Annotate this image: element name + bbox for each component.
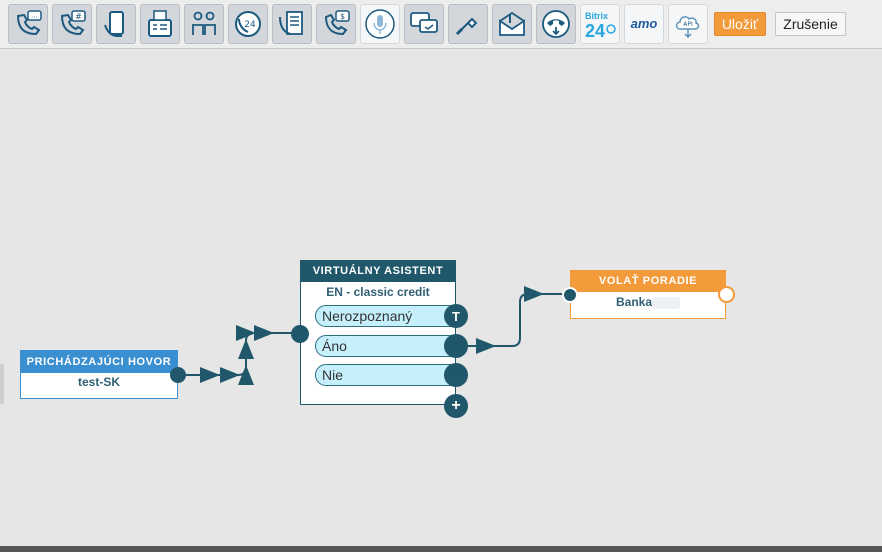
phone-message-icon[interactable]: ... bbox=[8, 4, 48, 44]
node-subtitle: Banka bbox=[615, 295, 653, 309]
chat-bubbles-icon[interactable] bbox=[404, 4, 444, 44]
svg-text:24: 24 bbox=[244, 20, 256, 30]
node-subtitle: test-SK bbox=[77, 375, 120, 389]
svg-text:amo: amo bbox=[631, 16, 658, 31]
fax-icon[interactable] bbox=[140, 4, 180, 44]
svg-text:#: # bbox=[75, 12, 82, 21]
option-yes-port[interactable] bbox=[444, 334, 468, 358]
people-icon[interactable] bbox=[184, 4, 224, 44]
phone-24-icon[interactable]: 24 bbox=[228, 4, 268, 44]
option-no[interactable]: Nie bbox=[315, 364, 465, 386]
mobile-hand-icon[interactable] bbox=[96, 4, 136, 44]
node-title: VIRTUÁLNY ASISTENT bbox=[301, 261, 455, 282]
voicemail-envelope-icon[interactable] bbox=[492, 4, 532, 44]
virtual-assistant-node[interactable]: VIRTUÁLNY ASISTENT EN - classic credit N… bbox=[300, 260, 465, 405]
api-cloud-icon[interactable]: API bbox=[668, 4, 708, 44]
option-no-port[interactable] bbox=[444, 363, 468, 387]
phone-hangup-icon[interactable] bbox=[536, 4, 576, 44]
callback-hand-icon[interactable] bbox=[448, 4, 488, 44]
queue-output-port[interactable] bbox=[718, 286, 735, 303]
node-title: VOLAŤ PORADIE bbox=[571, 271, 725, 292]
microphone-icon[interactable] bbox=[360, 4, 400, 44]
incoming-call-node[interactable]: PRICHÁDZAJÚCI HOVOR test-SK bbox=[20, 350, 178, 399]
svg-text:$: $ bbox=[340, 12, 345, 21]
bottom-bar bbox=[0, 546, 882, 552]
node-subtitle: EN - classic credit bbox=[326, 285, 430, 299]
svg-text:...: ... bbox=[31, 12, 38, 20]
phone-money-icon[interactable]: $ bbox=[316, 4, 356, 44]
connector-ano-to-queue bbox=[456, 293, 570, 347]
bitrix24-icon[interactable]: Bitrix 24 bbox=[580, 4, 620, 44]
option-unrecognized[interactable]: Nerozpoznaný bbox=[315, 305, 465, 327]
save-button[interactable]: Uložiť bbox=[714, 12, 766, 36]
add-option-button[interactable]: + bbox=[444, 394, 468, 418]
timeout-port[interactable]: T bbox=[444, 304, 468, 328]
option-yes[interactable]: Áno bbox=[315, 335, 465, 357]
call-queue-node[interactable]: VOLAŤ PORADIE Banka bbox=[570, 270, 726, 319]
svg-text:Bitrix: Bitrix bbox=[585, 11, 608, 21]
cancel-button[interactable]: Zrušenie bbox=[775, 12, 846, 36]
toolbar: ... # 24 $ Bitrix 24 amo API Uložiť Zruš… bbox=[0, 0, 882, 49]
incoming-output-port[interactable] bbox=[170, 367, 186, 383]
phone-document-icon[interactable] bbox=[272, 4, 312, 44]
node-subtitle-wrap: Banka bbox=[571, 295, 725, 309]
phone-hash-icon[interactable]: # bbox=[52, 4, 92, 44]
node-title: PRICHÁDZAJÚCI HOVOR bbox=[21, 351, 177, 373]
amo-icon[interactable]: amo bbox=[624, 4, 664, 44]
svg-text:24: 24 bbox=[585, 21, 605, 41]
redacted-text bbox=[652, 296, 681, 309]
connector-incoming-to-assistant bbox=[178, 325, 298, 386]
queue-input-port[interactable] bbox=[562, 287, 578, 303]
assistant-input-port[interactable] bbox=[291, 325, 309, 343]
svg-text:API: API bbox=[683, 21, 693, 28]
